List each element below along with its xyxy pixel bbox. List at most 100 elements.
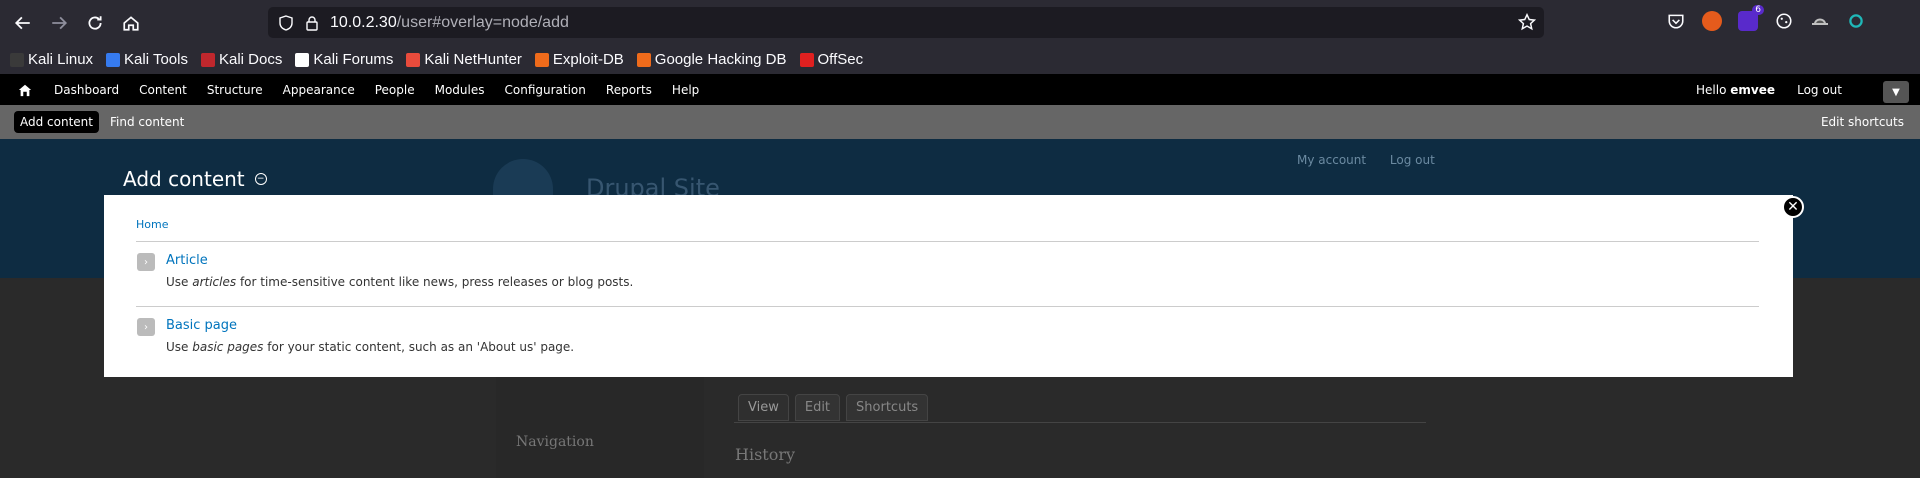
menu-item-reports[interactable]: Reports xyxy=(596,83,662,97)
url-text[interactable]: 10.0.2.30/user#overlay=node/add xyxy=(330,14,569,32)
chevron-right-icon: › xyxy=(137,253,155,271)
home-icon[interactable] xyxy=(18,83,32,97)
back-button[interactable] xyxy=(10,10,36,36)
extensions-area: 6 xyxy=(1666,5,1866,31)
shortcuts-toggle-button[interactable]: ▼ xyxy=(1883,81,1909,103)
site-logout-link: Log out xyxy=(1389,153,1435,167)
bookmark-label: Google Hacking DB xyxy=(654,51,787,68)
tab-shortcuts: Shortcuts xyxy=(846,394,929,421)
find-content-shortcut[interactable]: Find content xyxy=(110,115,184,129)
secondary-menu: My account Log out xyxy=(1297,153,1455,167)
back-arrow-icon xyxy=(14,16,30,29)
url-path: /user#overlay=node/add xyxy=(396,13,569,31)
close-icon: ✕ xyxy=(1787,199,1799,215)
history-heading: History xyxy=(735,445,796,464)
tabs-divider xyxy=(734,422,1426,423)
admin-toolbar: Dashboard Content Structure Appearance Peopl… xyxy=(0,74,1920,105)
bookmark-label: Kali Tools xyxy=(124,51,188,68)
my-account-link: My account xyxy=(1297,153,1367,167)
content-type-article-link[interactable]: Article xyxy=(166,253,208,268)
kali-tools-icon xyxy=(106,52,121,67)
menu-item-configuration[interactable]: Configuration xyxy=(495,83,596,97)
add-shortcut-icon[interactable]: − xyxy=(254,173,267,185)
browser-toolbar: 10.0.2.30/user#overlay=node/add 6 xyxy=(0,0,1920,45)
username[interactable]: emvee xyxy=(1730,83,1775,97)
offsec-icon xyxy=(799,52,814,67)
menu-item-people[interactable]: People xyxy=(365,83,425,97)
url-bar[interactable]: 10.0.2.30/user#overlay=node/add xyxy=(268,7,1544,38)
desc-text: Use xyxy=(166,340,193,354)
bookmark-item[interactable]: Google Hacking DB xyxy=(636,51,787,68)
logout-link[interactable]: Log out xyxy=(1797,83,1842,97)
tab-edit: Edit xyxy=(794,394,841,421)
item-divider xyxy=(136,306,1759,307)
bookmark-label: Kali Forums xyxy=(313,51,394,68)
url-host: 10.0.2.30 xyxy=(330,13,397,31)
overlay-title: Add content − xyxy=(123,167,267,191)
pocket-icon[interactable] xyxy=(1666,11,1686,31)
hat-icon[interactable] xyxy=(1810,11,1830,31)
content-type-description: Use articles for time-sensitive content … xyxy=(166,275,633,289)
extension-badge-icon[interactable]: 6 xyxy=(1738,5,1764,31)
page-tabs: View Edit Shortcuts xyxy=(738,394,929,421)
content-type-description: Use basic pages for your static content,… xyxy=(166,340,574,354)
bookmark-item[interactable]: Kali Tools xyxy=(106,51,188,68)
reload-icon xyxy=(88,15,102,30)
desc-emphasis: articles xyxy=(192,275,237,289)
desc-emphasis: basic pages xyxy=(192,340,264,354)
bookmark-star-icon[interactable] xyxy=(1518,13,1536,31)
tab-view: View xyxy=(738,394,789,421)
bookmark-item[interactable]: Kali Docs xyxy=(200,51,283,68)
navigation-heading: Navigation xyxy=(516,434,594,450)
shortcuts-bar: Add content Find content Edit shortcuts xyxy=(0,105,1920,139)
menu-item-appearance[interactable]: Appearance xyxy=(273,83,365,97)
bookmark-label: Kali NetHunter xyxy=(424,51,522,68)
desc-text: for time-sensitive content like news, pr… xyxy=(236,275,634,289)
bookmark-label: Kali Docs xyxy=(218,51,283,68)
extension-badge: 6 xyxy=(1752,5,1764,15)
bookmark-item[interactable]: Exploit-DB xyxy=(534,51,624,68)
bookmark-item[interactable]: Kali Linux xyxy=(10,51,93,68)
exploitdb-icon xyxy=(534,52,549,67)
admin-menu: Dashboard Content Structure Appearance Peopl… xyxy=(44,83,709,97)
kali-docs-icon xyxy=(200,52,215,67)
bookmark-item[interactable]: Kali NetHunter xyxy=(406,51,522,68)
desc-text: for your static content, such as an 'Abo… xyxy=(263,340,575,354)
bookmark-item[interactable]: Kali Forums xyxy=(295,51,393,68)
reload-button[interactable] xyxy=(82,10,108,36)
overlay-close-button[interactable]: ✕ xyxy=(1782,196,1804,218)
edit-shortcuts-link[interactable]: Edit shortcuts xyxy=(1821,115,1904,129)
menu-item-dashboard[interactable]: Dashboard xyxy=(44,83,129,97)
desc-text: Use xyxy=(166,275,193,289)
foxyproxy-icon[interactable] xyxy=(1702,11,1722,31)
shield-icon[interactable] xyxy=(278,14,294,31)
forward-arrow-icon xyxy=(52,16,68,29)
bookmarks-bar: Kali Linux Kali Tools Kali Docs Kali Forums… xyxy=(0,45,1920,74)
ghdb-icon xyxy=(636,52,651,67)
nethunter-icon xyxy=(406,52,421,67)
bookmark-label: Kali Linux xyxy=(28,51,94,68)
page-info-icon[interactable] xyxy=(304,15,320,31)
greeting: Hello emvee xyxy=(1696,83,1775,97)
bookmark-item[interactable]: OffSec xyxy=(799,51,864,68)
content-type-basic-page-link[interactable]: Basic page xyxy=(166,318,237,333)
home-icon xyxy=(123,15,139,31)
kali-dragon-icon xyxy=(10,52,24,67)
kali-forums-icon xyxy=(295,52,310,67)
home-button[interactable] xyxy=(118,10,144,36)
overlay-title-text: Add content xyxy=(123,167,245,191)
chevron-right-icon: › xyxy=(137,318,155,336)
breadcrumb-divider xyxy=(136,241,1759,242)
wappalyzer-icon[interactable] xyxy=(1846,11,1866,31)
menu-item-structure[interactable]: Structure xyxy=(197,83,273,97)
chevron-down-icon: ▼ xyxy=(1892,86,1900,98)
menu-item-modules[interactable]: Modules xyxy=(425,83,495,97)
bookmark-label: OffSec xyxy=(817,51,864,68)
menu-item-help[interactable]: Help xyxy=(662,83,709,97)
forward-button[interactable] xyxy=(46,10,72,36)
bookmark-label: Exploit-DB xyxy=(552,51,624,68)
breadcrumb-home[interactable]: Home xyxy=(136,218,168,231)
menu-item-content[interactable]: Content xyxy=(129,83,197,97)
add-content-shortcut[interactable]: Add content xyxy=(14,111,99,133)
cookie-icon[interactable] xyxy=(1774,11,1794,31)
